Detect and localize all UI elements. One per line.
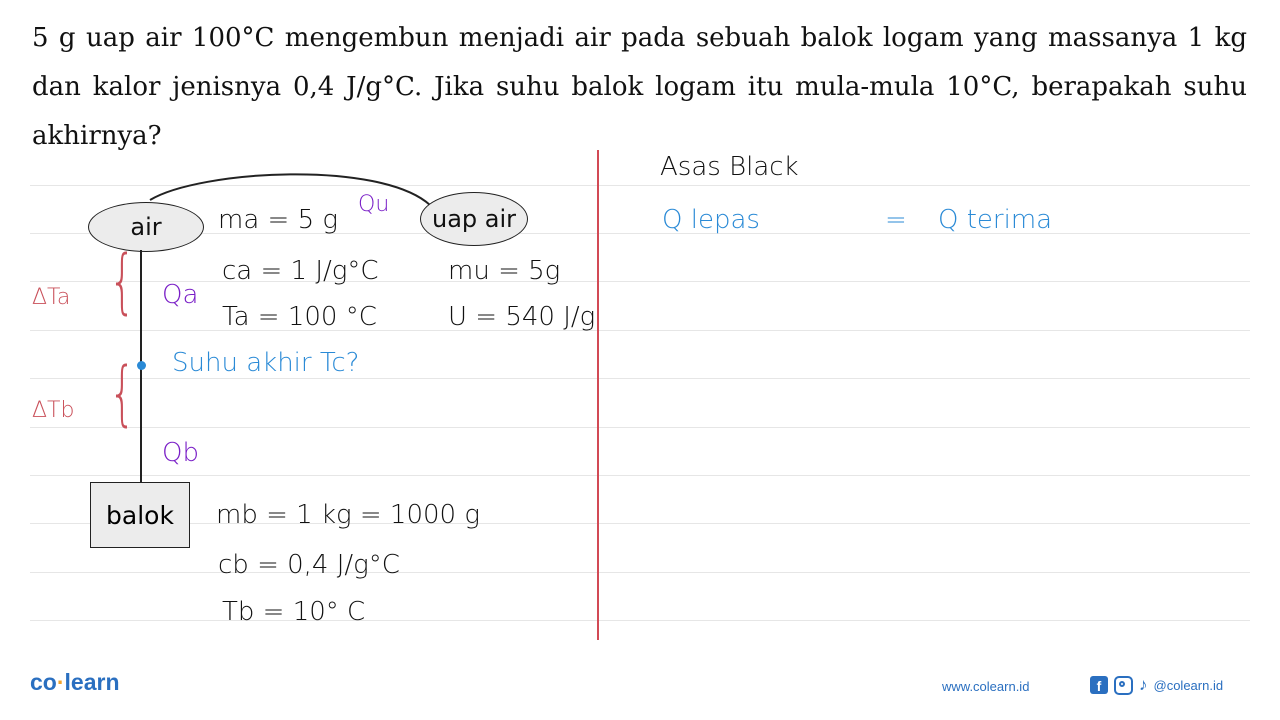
final-temp-question: Suhu akhir Tc? bbox=[172, 348, 360, 378]
qu-label: Qu bbox=[358, 192, 390, 217]
given-u: U = 540 J/g bbox=[448, 302, 596, 332]
facebook-icon[interactable]: f bbox=[1090, 676, 1108, 694]
social-handle[interactable]: @colearn.id bbox=[1154, 678, 1224, 693]
q-terima: Q terima bbox=[938, 205, 1053, 235]
uap-air-ellipse: uap air bbox=[420, 192, 528, 246]
given-mu: mu = 5g bbox=[448, 256, 561, 286]
brace-b: { bbox=[108, 352, 136, 434]
instagram-icon[interactable] bbox=[1114, 675, 1133, 695]
ruled-line bbox=[30, 330, 1250, 331]
delta-ta: ΔTa bbox=[32, 285, 71, 310]
tiktok-icon[interactable]: ♪ bbox=[1139, 675, 1148, 695]
brace-a: { bbox=[108, 240, 136, 322]
ruled-line bbox=[30, 523, 1250, 524]
ruled-line bbox=[30, 378, 1250, 379]
social-links: f ♪ @colearn.id bbox=[1090, 675, 1223, 695]
logo-co: co bbox=[30, 669, 57, 695]
logo-learn: learn bbox=[64, 669, 120, 695]
given-cb: cb = 0,4 J/g°C bbox=[218, 550, 400, 580]
ruled-line bbox=[30, 427, 1250, 428]
ruled-line bbox=[30, 475, 1250, 476]
given-ma: ma = 5 g bbox=[218, 205, 338, 235]
ruled-line bbox=[30, 281, 1250, 282]
q-lepas: Q lepas bbox=[662, 205, 760, 235]
qb-label: Qb bbox=[162, 438, 199, 468]
given-mb: mb = 1 kg = 1000 g bbox=[216, 500, 480, 530]
given-ca: ca = 1 J/g°C bbox=[222, 256, 379, 286]
equals-sign: = bbox=[885, 205, 907, 235]
delta-tb: ΔTb bbox=[32, 398, 75, 423]
qa-label: Qa bbox=[162, 280, 199, 310]
balok-box: balok bbox=[90, 482, 190, 548]
ruled-line bbox=[30, 620, 1250, 621]
given-ta: Ta = 100 °C bbox=[222, 302, 377, 332]
logo-sep: · bbox=[56, 669, 65, 695]
website-link[interactable]: www.colearn.id bbox=[942, 679, 1029, 694]
given-tb: Tb = 10° C bbox=[222, 597, 366, 627]
solution-title: Asas Black bbox=[660, 152, 799, 182]
air-ellipse: air bbox=[88, 202, 204, 252]
final-temp-dot bbox=[137, 361, 146, 370]
ruled-line bbox=[30, 572, 1250, 573]
colearn-logo: co·learn bbox=[30, 669, 120, 696]
